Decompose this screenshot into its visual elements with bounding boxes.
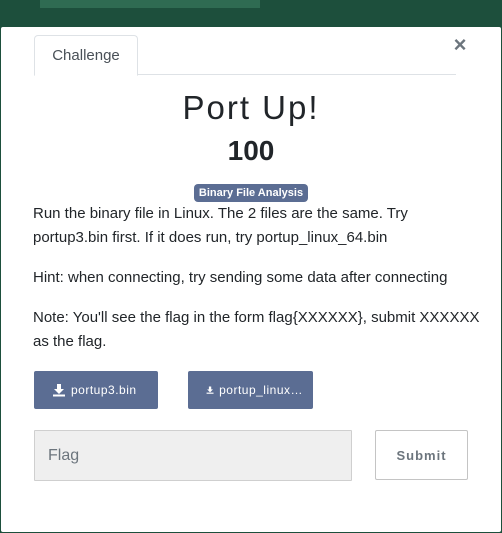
submit-button[interactable]: Submit	[375, 430, 468, 480]
category-badge: Binary File Analysis	[194, 184, 308, 202]
download-portup3-button[interactable]: portup3.bin	[34, 371, 158, 409]
flag-input[interactable]	[34, 430, 352, 481]
download-icon	[206, 386, 214, 394]
challenge-modal: Challenge × Port Up! 100 Binary File Ana…	[1, 27, 501, 532]
file-label: portup_linux…	[219, 383, 303, 397]
challenge-title: Port Up!	[182, 89, 320, 126]
download-portup-linux-button[interactable]: portup_linux…	[188, 371, 313, 409]
close-icon[interactable]: ×	[450, 33, 470, 57]
hint-paragraph: Hint: when connecting, try sending some …	[33, 269, 448, 286]
description-paragraph: Run the binary file in Linux. The 2 file…	[33, 205, 408, 246]
tab-challenge[interactable]: Challenge	[34, 35, 138, 76]
modal-tabs: Challenge	[34, 35, 456, 76]
challenge-value: 100	[227, 135, 275, 166]
file-label: portup3.bin	[71, 383, 137, 397]
note-paragraph: Note: You'll see the flag in the form fl…	[33, 309, 480, 350]
download-icon	[53, 384, 65, 397]
background-page-strip	[40, 0, 260, 8]
